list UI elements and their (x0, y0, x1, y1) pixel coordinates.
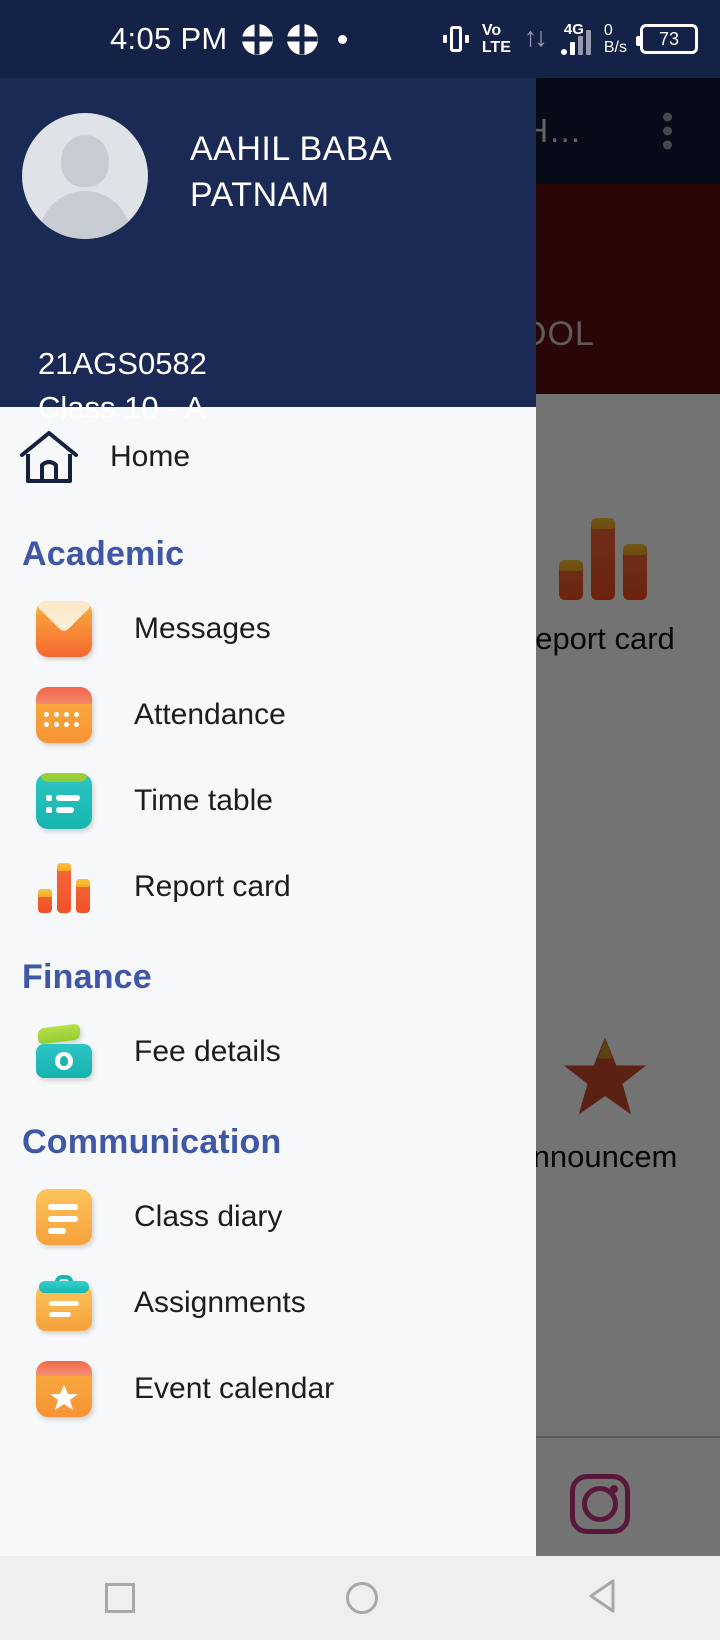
section-title-finance: Finance (22, 958, 152, 996)
timetable-card-icon (36, 773, 92, 829)
drawer-item-label: Report card (134, 870, 291, 903)
drawer-item-label: Fee details (134, 1035, 281, 1068)
drawer-item-label: Messages (134, 612, 271, 645)
calendar-dots-icon (36, 687, 92, 743)
section-title-academic: Academic (22, 535, 185, 573)
section-title-communication: Communication (22, 1123, 282, 1161)
wallet-icon (36, 1023, 92, 1080)
navigation-drawer: AAHIL BABA PATNAM 21AGS0582 Class 10 - A… (0, 78, 536, 1556)
drawer-item-time-table[interactable]: Time table (0, 758, 536, 844)
drawer-item-attendance[interactable]: Attendance (0, 672, 536, 758)
home-icon (20, 431, 78, 483)
vibrate-icon (442, 24, 469, 54)
clipboard-icon (36, 1275, 92, 1331)
square-icon[interactable] (105, 1583, 136, 1613)
signal-icon: 4G (560, 21, 591, 55)
dot-icon (337, 34, 347, 44)
clover-icon (286, 23, 318, 55)
status-bar: 4:05 PM Vo LTE ↑ ↓ 4G 0 B/s 73 (0, 0, 720, 78)
drawer-profile-header[interactable]: AAHIL BABA PATNAM 21AGS0582 Class 10 - A (0, 78, 536, 425)
drawer-item-assignments[interactable]: Assignments (0, 1260, 536, 1346)
data-transfer-icon: ↑ ↓ (523, 22, 548, 52)
student-name: AAHIL BABA PATNAM (190, 130, 391, 214)
battery-level-label: 73 (658, 28, 680, 49)
volte-line-2: LTE (481, 39, 511, 56)
student-id: 21AGS0582 (38, 346, 207, 381)
triangle-back-icon[interactable] (589, 1579, 615, 1618)
status-bar-clock: 4:05 PM (110, 21, 228, 56)
drawer-item-report-card[interactable]: Report card (0, 844, 536, 930)
mail-icon (36, 601, 92, 657)
drawer-item-label: Assignments (134, 1286, 306, 1319)
drawer-item-label: Event calendar (134, 1372, 335, 1405)
student-class: Class 10 - A (38, 390, 206, 425)
drawer-item-messages[interactable]: Messages (0, 586, 536, 672)
avatar (22, 113, 148, 239)
drawer-item-event-calendar[interactable]: Event calendar (0, 1346, 536, 1432)
volte-line-1: Vo (481, 22, 502, 39)
clover-icon (241, 23, 273, 55)
data-rate-indicator: 0 B/s (604, 22, 627, 56)
note-lines-icon (36, 1189, 92, 1245)
bar-chart-icon (36, 859, 92, 915)
system-navigation-bar (0, 1556, 720, 1640)
drawer-item-label: Class diary (134, 1200, 283, 1233)
volte-icon: Vo LTE (482, 22, 511, 56)
drawer-item-fee-details[interactable]: Fee details (0, 1009, 536, 1095)
data-rate-value: 0 (603, 22, 613, 39)
drawer-item-label: Time table (134, 784, 273, 817)
drawer-item-class-diary[interactable]: Class diary (0, 1174, 536, 1260)
drawer-item-label: Attendance (134, 698, 286, 731)
calendar-star-icon (36, 1361, 92, 1417)
drawer-item-label: Home (110, 440, 191, 473)
data-rate-unit: B/s (603, 39, 627, 56)
drawer-menu: Home Academic Messages Attendance Time t… (0, 407, 536, 1432)
circle-icon[interactable] (345, 1582, 378, 1614)
battery-icon: 73 (636, 24, 698, 54)
